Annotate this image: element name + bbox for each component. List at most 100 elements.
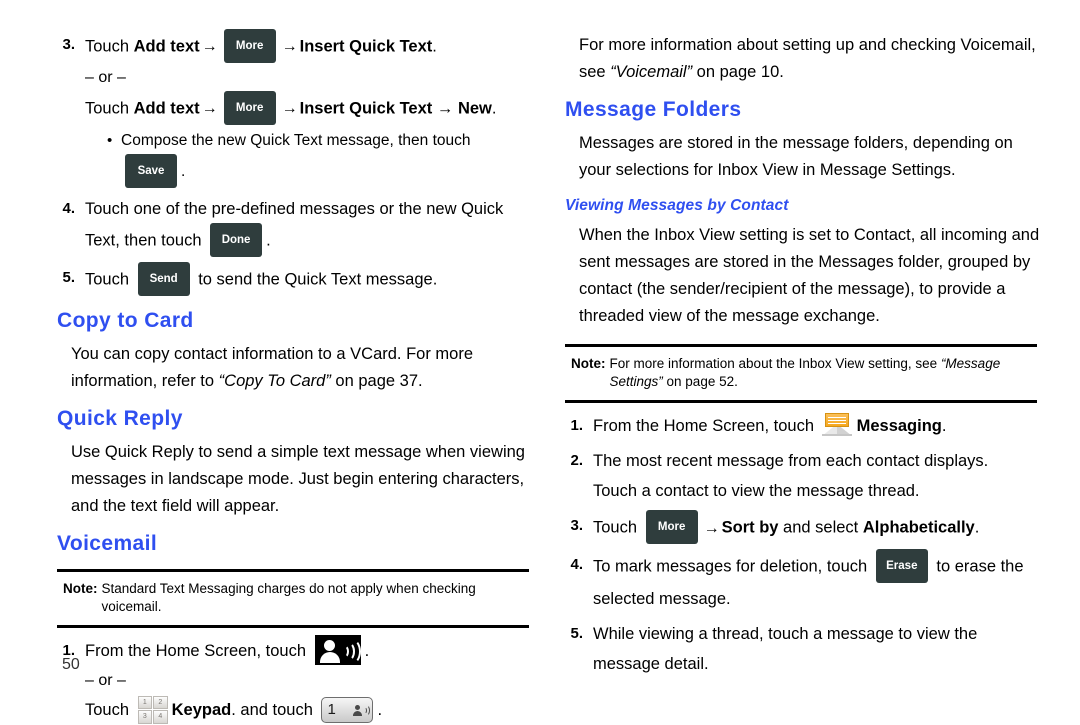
keypad-icon-key-1: 1 xyxy=(137,695,153,710)
note-text: For more information about the Inbox Vie… xyxy=(610,355,1038,391)
page-number: 50 xyxy=(62,656,80,673)
or-separator: – or – xyxy=(85,69,126,86)
step-text-mid: . and touch xyxy=(231,700,318,719)
step-5: 5. Touch Send to send the Quick Text mes… xyxy=(55,262,545,297)
step-body: Touch one of the pre-defined messages or… xyxy=(85,194,533,258)
voicemail-step-line-3: Touch 1 2 3 4 Keypad. and touch 1. xyxy=(85,695,533,725)
bullet-text-end: . xyxy=(181,163,186,181)
step-text-end: to send the Quick Text message. xyxy=(193,270,438,289)
heading-quick-reply: Quick Reply xyxy=(57,407,183,431)
sort-by-label: Sort by xyxy=(721,518,779,537)
keypad-label: Keypad xyxy=(171,700,232,719)
note-text-pre: For more information about the Inbox Vie… xyxy=(609,356,941,372)
step-text-end: to erase the xyxy=(931,557,1024,576)
step-number: 1. xyxy=(570,417,583,435)
step-text: From the Home Screen, touch xyxy=(593,417,819,436)
contact-step-4-line-1: To mark messages for deletion, touch Era… xyxy=(593,549,1041,584)
done-key-button[interactable]: Done xyxy=(210,223,263,257)
one-key-label: 1 xyxy=(327,701,336,719)
voicemail-crossref-paragraph: For more information about setting up an… xyxy=(579,32,1049,86)
step-text: Touch xyxy=(85,270,134,289)
letter-line xyxy=(827,417,846,419)
step-text: From the Home Screen, touch xyxy=(85,642,311,661)
contact-step-1-line: From the Home Screen, touch Messaging. xyxy=(593,411,1041,441)
quick-reply-paragraph: Use Quick Reply to send a simple text me… xyxy=(71,443,525,516)
message-folders-paragraph: Messages are stored in the message folde… xyxy=(579,134,1013,180)
step-body: From the Home Screen, touch . – or – Tou… xyxy=(85,634,533,725)
step-text-end: . xyxy=(974,518,980,537)
keypad-icon-key-4: 4 xyxy=(153,710,168,724)
step-body: Touch More → Sort by and select Alphabetic… xyxy=(593,510,1041,545)
step-number: 3. xyxy=(62,36,75,53)
heading-voicemail: Voicemail xyxy=(57,532,158,556)
glyph-wave xyxy=(363,704,371,716)
one-key-voicemail-icon[interactable]: 1 xyxy=(321,696,374,723)
step-text-end: . xyxy=(364,642,370,661)
letter-line xyxy=(827,423,846,425)
bullet-body: Compose the new Quick Text message, then… xyxy=(121,126,533,189)
step-text: Touch xyxy=(593,518,642,537)
contact-step-4: 4. To mark messages for deletion, touch … xyxy=(563,549,1053,614)
step-text-end: . xyxy=(432,37,437,56)
step-bold-insert-quick-text-new: Insert Quick Text → New xyxy=(299,99,492,118)
alphabetically-label: Alphabetically xyxy=(862,518,975,537)
bullet-text: Compose the new Quick Text message, then… xyxy=(121,132,471,149)
keypad-icon[interactable]: 1234 xyxy=(137,695,168,724)
letter-line xyxy=(827,420,846,422)
more-key-button[interactable]: More xyxy=(223,29,276,63)
send-key-button[interactable]: Send xyxy=(137,262,190,296)
contact-step-2-line-2: Touch a contact to view the message thre… xyxy=(593,482,920,501)
step-bold-insert-quick-text: Insert Quick Text xyxy=(299,37,433,56)
step-5-line-1: Touch Send to send the Quick Text messag… xyxy=(85,262,533,297)
step-3-line-3: Touch Add text → More → Insert Quick Text → … xyxy=(85,91,533,126)
voicemail-icon-head xyxy=(323,639,335,651)
step-number: 3. xyxy=(570,517,583,535)
step-number: 4. xyxy=(570,556,583,574)
step-text: Touch xyxy=(85,700,134,719)
contact-step-5: 5. While viewing a thread, touch a messa… xyxy=(563,619,1053,679)
voicemail-step-line-1: From the Home Screen, touch . xyxy=(85,634,533,667)
voicemail-step-1: 1. From the Home Screen, touch . – or – … xyxy=(55,634,545,725)
step-body: Touch Add text → More → Insert Quick Text. –… xyxy=(85,29,533,189)
step-text: Touch xyxy=(85,37,134,56)
arrow-icon: → xyxy=(281,38,298,56)
contact-step-3: 3. Touch More → Sort by and select Alphabe… xyxy=(563,510,1053,545)
step-text: To mark messages for deletion, touch xyxy=(593,557,872,576)
more-key-button[interactable]: More xyxy=(645,510,698,545)
step-4-line-2: Text, then touch Done. xyxy=(85,223,533,258)
paragraph-text-end: on page 10. xyxy=(692,63,784,81)
step-text-end: . xyxy=(377,700,383,719)
erase-key-button[interactable]: Erase xyxy=(875,549,928,584)
note-inner: Note: For more information about the Inb… xyxy=(565,355,1037,391)
step-number: 5. xyxy=(570,625,583,643)
step-text-end: . xyxy=(941,417,947,436)
messaging-envelope-icon[interactable] xyxy=(821,413,852,437)
step-text: Text, then touch xyxy=(85,231,207,250)
contact-step-5-line-1: While viewing a thread, touch a message … xyxy=(593,625,978,644)
contact-step-4-line-2: selected message. xyxy=(593,590,731,609)
manual-page: 3. Touch Add text → More → Insert Quick Text… xyxy=(0,0,1080,724)
note-block-inbox-view: Note: For more information about the Inb… xyxy=(565,344,1037,404)
bullet-icon: • xyxy=(107,132,113,149)
step-body: Touch Send to send the Quick Text messag… xyxy=(85,262,533,297)
more-key-button[interactable]: More xyxy=(223,91,276,125)
heading-viewing-messages-by-contact: Viewing Messages by Contact xyxy=(565,197,789,215)
step-body: The most recent message from each contac… xyxy=(593,446,1041,506)
voicemail-icon-body xyxy=(319,651,340,663)
step-number: 5. xyxy=(62,269,75,286)
arrow-icon: → xyxy=(201,38,218,56)
note-inner: Note: Standard Text Messaging charges do… xyxy=(57,580,529,616)
step-number: 4. xyxy=(62,200,75,217)
step-text-mid: and select xyxy=(778,518,863,537)
step-3: 3. Touch Add text → More → Insert Quick Text… xyxy=(55,29,545,189)
note-text-post: on page 52. xyxy=(662,374,738,390)
glyph-head xyxy=(355,704,361,710)
step-number: 2. xyxy=(570,452,583,470)
step-3-line-1: Touch Add text → More → Insert Quick Text. xyxy=(85,29,533,64)
arrow-icon: → xyxy=(703,519,720,537)
save-key-button[interactable]: Save xyxy=(125,154,177,188)
keypad-icon-key-2: 2 xyxy=(153,695,168,710)
step-4-line-1: Touch one of the pre-defined messages or… xyxy=(85,200,504,218)
voicemail-icon[interactable] xyxy=(314,634,361,665)
heading-copy-to-card: Copy to Card xyxy=(57,309,194,332)
